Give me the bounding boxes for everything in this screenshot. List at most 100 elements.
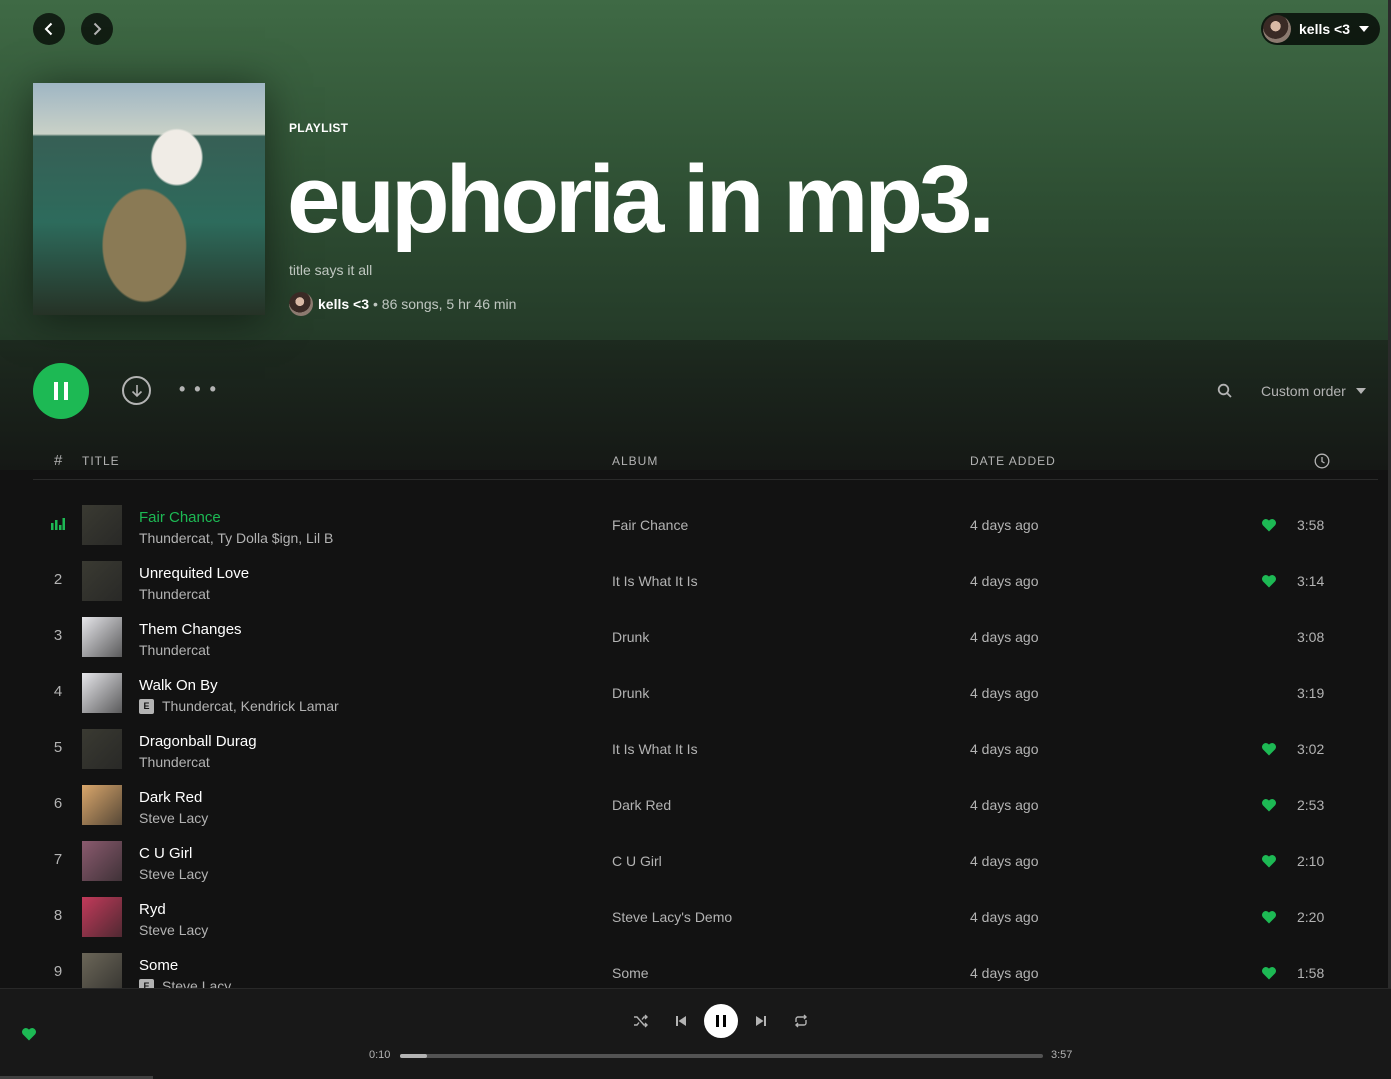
forward-button[interactable] bbox=[81, 13, 113, 45]
track-row[interactable]: 3 Them Changes Thundercat Drunk 4 days ago 3:… bbox=[33, 609, 1378, 665]
track-album[interactable]: Some bbox=[612, 965, 649, 981]
track-artist-link[interactable]: Steve Lacy bbox=[162, 978, 231, 988]
track-number: 4 bbox=[53, 683, 63, 700]
track-duration: 3:14 bbox=[1297, 573, 1325, 589]
track-title[interactable]: Ryd bbox=[139, 901, 166, 918]
progress-bar[interactable] bbox=[400, 1054, 1043, 1058]
track-date-added: 4 days ago bbox=[970, 629, 1039, 645]
track-duration: 2:20 bbox=[1297, 909, 1325, 925]
track-row[interactable]: 6 Dark Red Steve Lacy Dark Red 4 days ago 2:5… bbox=[33, 777, 1378, 833]
pause-button[interactable] bbox=[704, 1004, 738, 1038]
track-date-added: 4 days ago bbox=[970, 573, 1039, 589]
track-date-added: 4 days ago bbox=[970, 741, 1039, 757]
track-album[interactable]: Drunk bbox=[612, 685, 649, 701]
track-date-added: 4 days ago bbox=[970, 517, 1039, 533]
playlist-meta: kells <3 • 86 songs, 5 hr 46 min bbox=[289, 292, 516, 316]
track-duration: 3:08 bbox=[1297, 629, 1325, 645]
track-album[interactable]: It Is What It Is bbox=[612, 573, 698, 589]
track-row[interactable]: 9 Some E Steve Lacy Some 4 days ago 1:58 bbox=[33, 945, 1378, 988]
track-date-added: 4 days ago bbox=[970, 853, 1039, 869]
track-album[interactable]: Steve Lacy's Demo bbox=[612, 909, 732, 925]
search-icon[interactable] bbox=[1217, 383, 1233, 399]
track-album[interactable]: Drunk bbox=[612, 629, 649, 645]
pause-playlist-button[interactable] bbox=[33, 363, 89, 419]
track-album[interactable]: It Is What It Is bbox=[612, 741, 698, 757]
track-row[interactable]: 4 Walk On By E Thundercat, Kendrick Lamar Dr… bbox=[33, 665, 1378, 721]
total-time: 3:57 bbox=[1051, 1049, 1073, 1061]
track-title[interactable]: Some bbox=[139, 957, 178, 974]
next-track-icon[interactable] bbox=[753, 1013, 769, 1029]
track-artist: E Thundercat, Kendrick Lamar bbox=[139, 698, 339, 714]
track-artist-link[interactable]: Steve Lacy bbox=[139, 866, 208, 882]
playlist-stats: • 86 songs, 5 hr 46 min bbox=[373, 296, 517, 312]
track-artist-link[interactable]: Steve Lacy bbox=[139, 922, 208, 938]
playlist-title[interactable]: euphoria in mp3. bbox=[287, 145, 995, 255]
liked-heart-icon[interactable] bbox=[1261, 854, 1277, 868]
track-row[interactable]: 7 C U Girl Steve Lacy C U Girl 4 days ago 2:1… bbox=[33, 833, 1378, 889]
tracklist: Fair Chance Thundercat, Ty Dolla $ign, Li… bbox=[33, 497, 1378, 988]
liked-heart-icon[interactable] bbox=[1261, 966, 1277, 980]
liked-heart-icon[interactable] bbox=[1261, 518, 1277, 532]
column-header-title[interactable]: TITLE bbox=[82, 454, 120, 468]
track-album-art bbox=[82, 561, 122, 601]
column-header-number[interactable]: # bbox=[54, 452, 63, 469]
track-title[interactable]: Fair Chance bbox=[139, 509, 221, 526]
sort-order-dropdown[interactable]: Custom order bbox=[1261, 383, 1366, 399]
track-number: 2 bbox=[53, 571, 63, 588]
liked-heart-icon[interactable] bbox=[1261, 574, 1277, 588]
track-album-art bbox=[82, 897, 122, 937]
track-title[interactable]: Unrequited Love bbox=[139, 565, 249, 582]
column-header-date-added[interactable]: DATE ADDED bbox=[970, 454, 1056, 468]
track-artist-link[interactable]: Thundercat bbox=[139, 586, 210, 602]
track-artist-link[interactable]: Thundercat, Kendrick Lamar bbox=[162, 698, 339, 714]
playlist-cover-image[interactable] bbox=[33, 83, 265, 315]
track-artist-link[interactable]: Thundercat bbox=[139, 754, 210, 770]
track-duration: 2:10 bbox=[1297, 853, 1325, 869]
playlist-owner-link[interactable]: kells <3 bbox=[318, 296, 369, 312]
track-artist: Steve Lacy bbox=[139, 922, 208, 938]
track-row[interactable]: 8 Ryd Steve Lacy Steve Lacy's Demo 4 days ag… bbox=[33, 889, 1378, 945]
shuffle-icon[interactable] bbox=[633, 1013, 649, 1029]
tracklist-header: # TITLE ALBUM DATE ADDED bbox=[33, 452, 1378, 480]
track-album[interactable]: C U Girl bbox=[612, 853, 662, 869]
track-title[interactable]: Dragonball Durag bbox=[139, 733, 257, 750]
track-number: 6 bbox=[53, 795, 63, 812]
column-header-album[interactable]: ALBUM bbox=[612, 454, 658, 468]
caret-down-icon bbox=[1355, 388, 1366, 394]
track-row[interactable]: 5 Dragonball Durag Thundercat It Is What It… bbox=[33, 721, 1378, 777]
track-album-art bbox=[82, 617, 122, 657]
track-album[interactable]: Dark Red bbox=[612, 797, 671, 813]
liked-heart-icon[interactable] bbox=[1261, 910, 1277, 924]
track-row[interactable]: Fair Chance Thundercat, Ty Dolla $ign, Li… bbox=[33, 497, 1378, 553]
more-options-button[interactable]: • • • bbox=[179, 379, 218, 400]
track-row[interactable]: 2 Unrequited Love Thundercat It Is What It … bbox=[33, 553, 1378, 609]
track-title[interactable]: C U Girl bbox=[139, 845, 192, 862]
track-duration: 1:58 bbox=[1297, 965, 1325, 981]
track-album-art bbox=[82, 505, 122, 545]
download-button[interactable] bbox=[122, 376, 151, 405]
liked-heart-icon[interactable] bbox=[1261, 742, 1277, 756]
user-name: kells <3 bbox=[1299, 21, 1350, 37]
track-artist-link[interactable]: Steve Lacy bbox=[139, 810, 208, 826]
clock-icon[interactable] bbox=[1314, 453, 1330, 469]
download-arrow-icon bbox=[131, 384, 142, 397]
sort-order-label: Custom order bbox=[1261, 383, 1346, 399]
track-artist: Steve Lacy bbox=[139, 810, 208, 826]
track-duration: 3:58 bbox=[1297, 517, 1325, 533]
track-duration: 2:53 bbox=[1297, 797, 1325, 813]
track-title[interactable]: Them Changes bbox=[139, 621, 242, 638]
pause-icon bbox=[716, 1015, 726, 1027]
track-artist-link[interactable]: Thundercat, Ty Dolla $ign, Lil B bbox=[139, 530, 333, 546]
track-album[interactable]: Fair Chance bbox=[612, 517, 688, 533]
previous-track-icon[interactable] bbox=[673, 1013, 689, 1029]
track-title[interactable]: Dark Red bbox=[139, 789, 202, 806]
track-title[interactable]: Walk On By bbox=[139, 677, 218, 694]
liked-heart-icon[interactable] bbox=[1261, 798, 1277, 812]
like-heart-icon[interactable] bbox=[21, 1027, 37, 1041]
user-menu-button[interactable]: kells <3 bbox=[1261, 13, 1380, 45]
repeat-icon[interactable] bbox=[793, 1013, 809, 1029]
pause-icon bbox=[54, 382, 68, 400]
back-button[interactable] bbox=[33, 13, 65, 45]
track-album-art bbox=[82, 841, 122, 881]
track-artist-link[interactable]: Thundercat bbox=[139, 642, 210, 658]
